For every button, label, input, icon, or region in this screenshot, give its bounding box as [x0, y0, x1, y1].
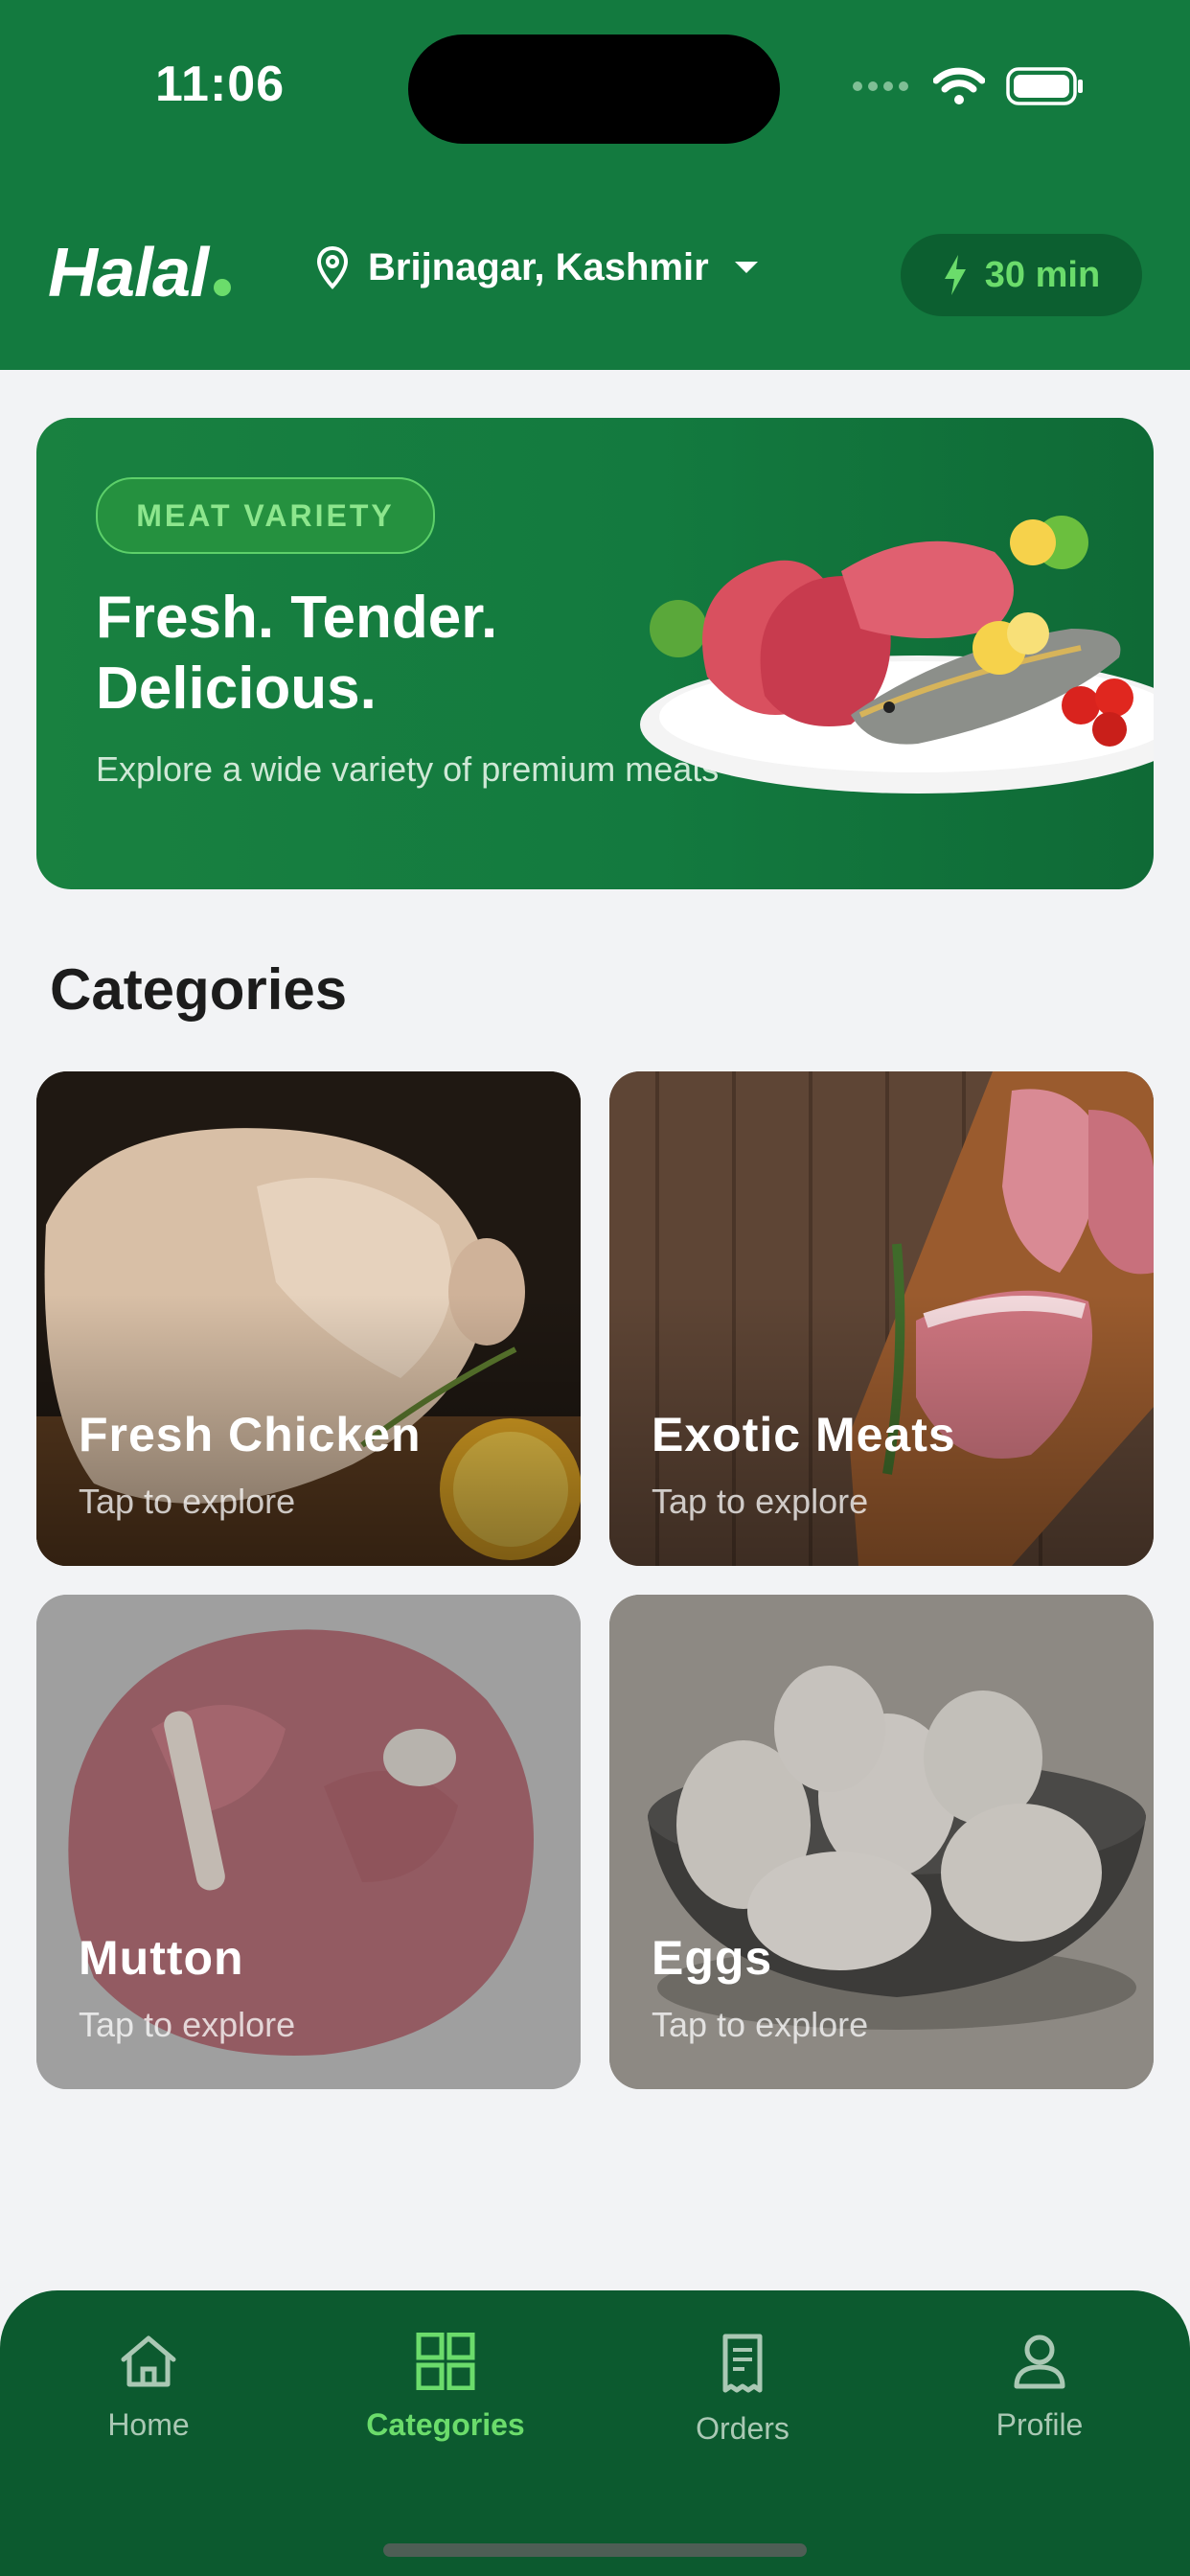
bottom-navigation: Home Categories Orders Profile [0, 2290, 1190, 2576]
eta-label: 30 min [984, 254, 1101, 295]
category-name: Mutton [79, 1931, 244, 1985]
category-name: Eggs [652, 1931, 773, 1985]
chevron-down-icon [734, 262, 758, 273]
brand-name: Halal [48, 235, 209, 311]
category-card-eggs[interactable]: Eggs Tap to explore [609, 1595, 1154, 2089]
status-time: 11:06 [155, 57, 286, 112]
meat-platter-image [640, 516, 1154, 794]
categories-heading: Categories [50, 957, 348, 1022]
delivery-eta-badge[interactable]: 30 min [901, 234, 1142, 316]
dynamic-island [408, 34, 780, 144]
brand-logo[interactable]: Halal [48, 234, 232, 312]
nav-item-orders[interactable]: Orders [594, 2333, 891, 2447]
nav-item-home[interactable]: Home [0, 2333, 297, 2443]
home-indicator[interactable] [383, 2543, 807, 2557]
banner-headline-line-2: Delicious. [96, 656, 377, 722]
app-header: 11:06 Halal Brijnagar, Kashmir 30 min [0, 0, 1190, 370]
category-hint: Tap to explore [79, 2005, 296, 2044]
nav-label: Profile [995, 2407, 1084, 2442]
category-hint: Tap to explore [652, 1482, 869, 1521]
brand-dot [214, 279, 232, 296]
status-icons [853, 67, 1085, 105]
category-name: Fresh Chicken [79, 1408, 422, 1461]
banner-subtitle: Explore a wide variety of premium meats [96, 749, 720, 789]
banner-headline: Fresh. Tender. Delicious. [96, 583, 671, 724]
home-icon [121, 2335, 176, 2387]
category-card-fresh-chicken[interactable]: Fresh Chicken Tap to explore [36, 1071, 581, 1566]
user-icon [1014, 2334, 1065, 2389]
nav-label: Categories [366, 2407, 525, 2442]
location-pin-icon [316, 245, 349, 289]
category-name: Exotic Meats [652, 1408, 956, 1461]
wifi-icon [933, 67, 985, 104]
promo-banner[interactable]: MEAT VARIETY Fresh. Tender. Delicious. E… [36, 418, 1154, 889]
category-card-exotic-meats[interactable]: Exotic Meats Tap to explore [609, 1071, 1154, 1566]
grid-icon [416, 2333, 475, 2390]
nav-label: Orders [696, 2411, 790, 2446]
receipt-icon [722, 2334, 763, 2393]
banner-tag: MEAT VARIETY [96, 477, 435, 554]
nav-item-profile[interactable]: Profile [891, 2333, 1188, 2443]
lightning-icon [944, 255, 966, 295]
battery-icon [1006, 67, 1083, 105]
signal-icon [853, 81, 908, 91]
location-selector[interactable]: Brijnagar, Kashmir [316, 245, 759, 289]
category-hint: Tap to explore [79, 1482, 296, 1521]
location-label: Brijnagar, Kashmir [368, 245, 709, 288]
category-card-mutton[interactable]: Mutton Tap to explore [36, 1595, 581, 2089]
category-hint: Tap to explore [652, 2005, 869, 2044]
nav-label: Home [107, 2407, 190, 2442]
nav-item-categories[interactable]: Categories [297, 2333, 594, 2443]
banner-headline-line-1: Fresh. Tender. [96, 585, 498, 651]
